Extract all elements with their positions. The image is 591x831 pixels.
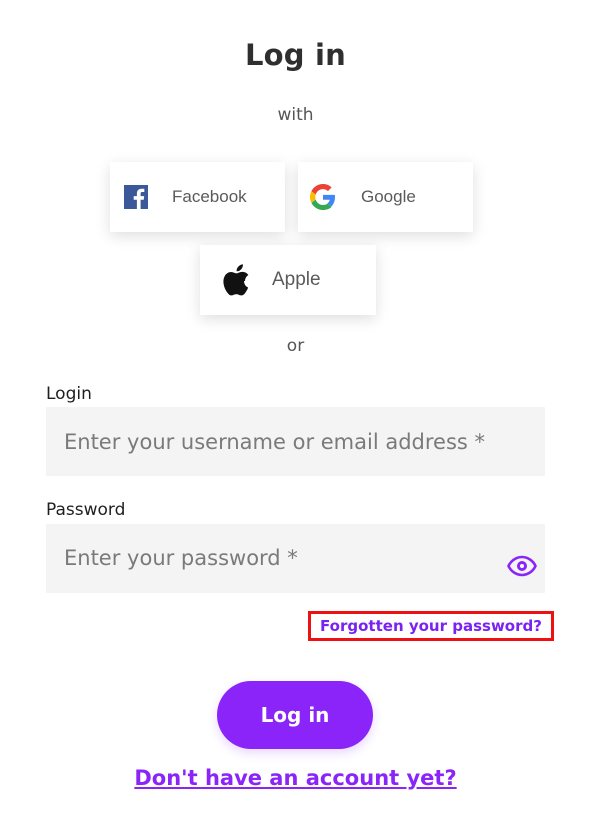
with-label: with: [277, 105, 314, 125]
login-label: Login: [46, 384, 92, 404]
login-page: Log in with Facebook Google Apple or Log…: [0, 0, 591, 831]
google-icon: [310, 184, 336, 210]
facebook-icon: [124, 185, 148, 209]
apple-login-button[interactable]: Apple: [200, 245, 376, 315]
login-input[interactable]: [46, 407, 545, 476]
apple-label: Apple: [272, 269, 321, 290]
login-button[interactable]: Log in: [217, 681, 373, 749]
google-label: Google: [361, 187, 416, 206]
facebook-label: Facebook: [172, 187, 247, 206]
signup-link[interactable]: Don't have an account yet?: [0, 766, 591, 790]
page-title: Log in: [244, 38, 347, 72]
eye-icon[interactable]: [507, 555, 537, 577]
or-divider: or: [286, 336, 305, 356]
forgot-password-link[interactable]: Forgotten your password?: [308, 611, 554, 641]
password-input[interactable]: [46, 524, 545, 593]
apple-icon: [222, 264, 250, 296]
facebook-login-button[interactable]: Facebook: [110, 162, 285, 232]
google-login-button[interactable]: Google: [298, 162, 473, 232]
password-label: Password: [46, 500, 126, 520]
